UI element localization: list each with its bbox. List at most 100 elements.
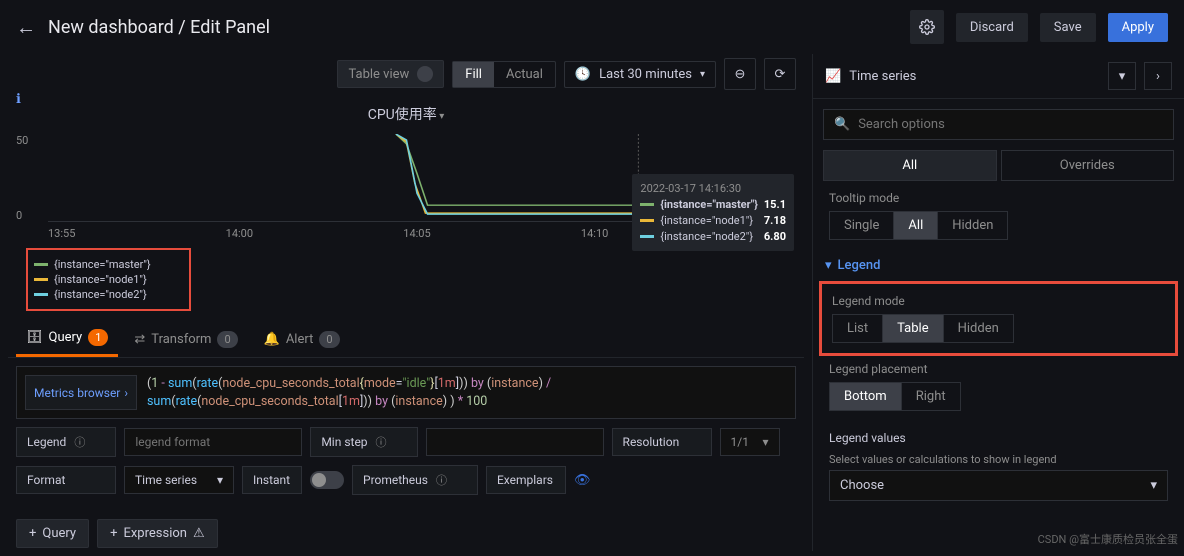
resolution-label-box: Resolution [612,428,712,456]
y-tick: 0 [16,209,28,222]
tab-query[interactable]: 🗄 Query 1 [16,321,118,357]
apply-button[interactable]: Apply [1108,13,1168,42]
format-select[interactable]: Time series▾ [124,466,234,494]
legend-box: {instance="master"} {instance="node1"} {… [26,248,191,311]
tooltip-value: 15.1 [764,198,786,211]
search-icon: 🔍 [834,117,850,132]
chevron-down-icon[interactable]: ▾ [1108,62,1136,90]
save-button[interactable]: Save [1040,13,1096,42]
legend-label-box: Legendⓘ [16,427,116,457]
chevron-down-icon: ▾ [1150,478,1157,493]
y-tick: 50 [16,134,28,147]
add-query-button[interactable]: + Query [16,519,89,548]
tooltip-label: {instance="node1"} [660,214,753,227]
fill-button[interactable]: Fill [453,62,494,87]
tab-label: Alert [286,332,314,347]
page-title: New dashboard / Edit Panel [48,17,270,38]
refresh-icon[interactable]: ⟳ [764,58,796,90]
legend-bottom-button[interactable]: Bottom [830,383,902,410]
legend-values-help: Select values or calculations to show in… [813,453,1184,466]
chevron-down-icon: ▾ [217,473,223,487]
tooltip-all-button[interactable]: All [894,212,938,239]
tooltip-value: 7.18 [764,214,786,227]
legend-format-input[interactable] [124,428,302,456]
chevron-right-icon[interactable]: › [1144,62,1172,90]
tab-badge: 0 [217,331,237,348]
tab-badge: 0 [319,331,339,348]
tooltip-color-icon [640,219,654,222]
side-tab-overrides[interactable]: Overrides [1001,150,1175,181]
tooltip-label: {instance="node2"} [660,230,753,243]
choose-label: Choose [840,478,884,493]
chevron-down-icon: ▾ [825,258,832,273]
x-tick: 14:00 [226,227,253,240]
info-icon[interactable]: ℹ [16,92,21,107]
legend-list-button[interactable]: List [833,315,883,342]
metrics-browser-button[interactable]: Metrics browser › [25,375,137,410]
info-icon[interactable]: ⓘ [436,472,447,488]
search-options-input[interactable]: 🔍 [823,109,1174,140]
chart-tooltip: 2022-03-17 14:16:30 {instance="master"} 1… [632,174,794,251]
tab-alert[interactable]: 🔔Alert0 [254,321,350,357]
tooltip-single-button[interactable]: Single [830,212,894,239]
legend-label[interactable]: {instance="node1"} [54,273,147,286]
legend-color-icon [34,263,48,266]
discard-button[interactable]: Discard [956,13,1028,42]
zoom-out-icon[interactable]: ⊖ [724,58,756,90]
add-expression-button[interactable]: + Expression ⚠ [97,519,218,548]
legend-hidden-button[interactable]: Hidden [944,315,1013,342]
tooltip-value: 6.80 [764,230,786,243]
legend-section-label: Legend [838,258,881,273]
info-icon[interactable]: ⓘ [74,434,85,450]
tooltip-mode-label: Tooltip mode [829,191,1168,205]
instant-label: Instant [242,466,302,494]
panel-title[interactable]: CPU使用率 [8,94,804,134]
format-label-box: Format [16,466,116,494]
legend-color-icon [34,278,48,281]
resolution-select[interactable]: 1/1▾ [720,428,780,456]
legend-color-icon [34,293,48,296]
query-expression-input[interactable]: (1 - sum(rate(node_cpu_seconds_total{mod… [147,375,787,410]
minstep-label-box: Min stepⓘ [310,427,417,457]
prometheus-label-box: Prometheusⓘ [352,465,478,495]
legend-table-button[interactable]: Table [883,315,943,342]
table-view-label: Table view [348,67,409,82]
eye-icon[interactable]: 👁 [574,473,591,488]
toggle-dot-icon [417,66,433,82]
legend-values-label: Legend values [829,431,1168,445]
tooltip-time: 2022-03-17 14:16:30 [640,182,786,195]
add-query-label: Query [42,526,76,541]
legend-section-header[interactable]: ▾ Legend [813,250,1184,281]
side-tab-all[interactable]: All [823,150,997,181]
time-range-label: Last 30 minutes [599,67,692,82]
add-expression-label: Expression [123,526,187,541]
chevron-down-icon: ▾ [763,435,769,449]
database-icon: 🗄 [26,330,43,345]
tooltip-color-icon [640,235,654,238]
actual-button[interactable]: Actual [494,62,555,87]
tooltip-label: {instance="master"} [660,198,757,211]
viz-type-label[interactable]: Time series [849,69,1100,84]
minstep-input[interactable] [426,428,604,456]
chart-icon: 📈 [825,69,841,84]
legend-right-button[interactable]: Right [902,383,960,410]
back-arrow[interactable]: ← [16,15,36,40]
x-tick: 13:55 [48,227,75,240]
exemplars-label: Exemplars [486,466,566,494]
legend-label[interactable]: {instance="master"} [54,258,151,271]
tab-badge: 1 [88,329,108,346]
table-view-toggle[interactable]: Table view [337,60,444,88]
x-tick: 14:05 [403,227,430,240]
settings-icon[interactable] [910,10,944,44]
instant-toggle[interactable] [310,471,344,489]
tab-label: Query [49,330,83,345]
tooltip-hidden-button[interactable]: Hidden [938,212,1007,239]
info-icon[interactable]: ⓘ [376,434,387,450]
x-tick: 14:10 [581,227,608,240]
legend-label[interactable]: {instance="node2"} [54,288,147,301]
legend-values-select[interactable]: Choose ▾ [829,470,1168,501]
time-range-picker[interactable]: 🕓 Last 30 minutes ▾ [564,61,716,88]
metrics-browser-label: Metrics browser [34,386,120,400]
search-input[interactable] [858,117,1163,132]
tab-transform[interactable]: ⇄Transform0 [124,321,247,357]
